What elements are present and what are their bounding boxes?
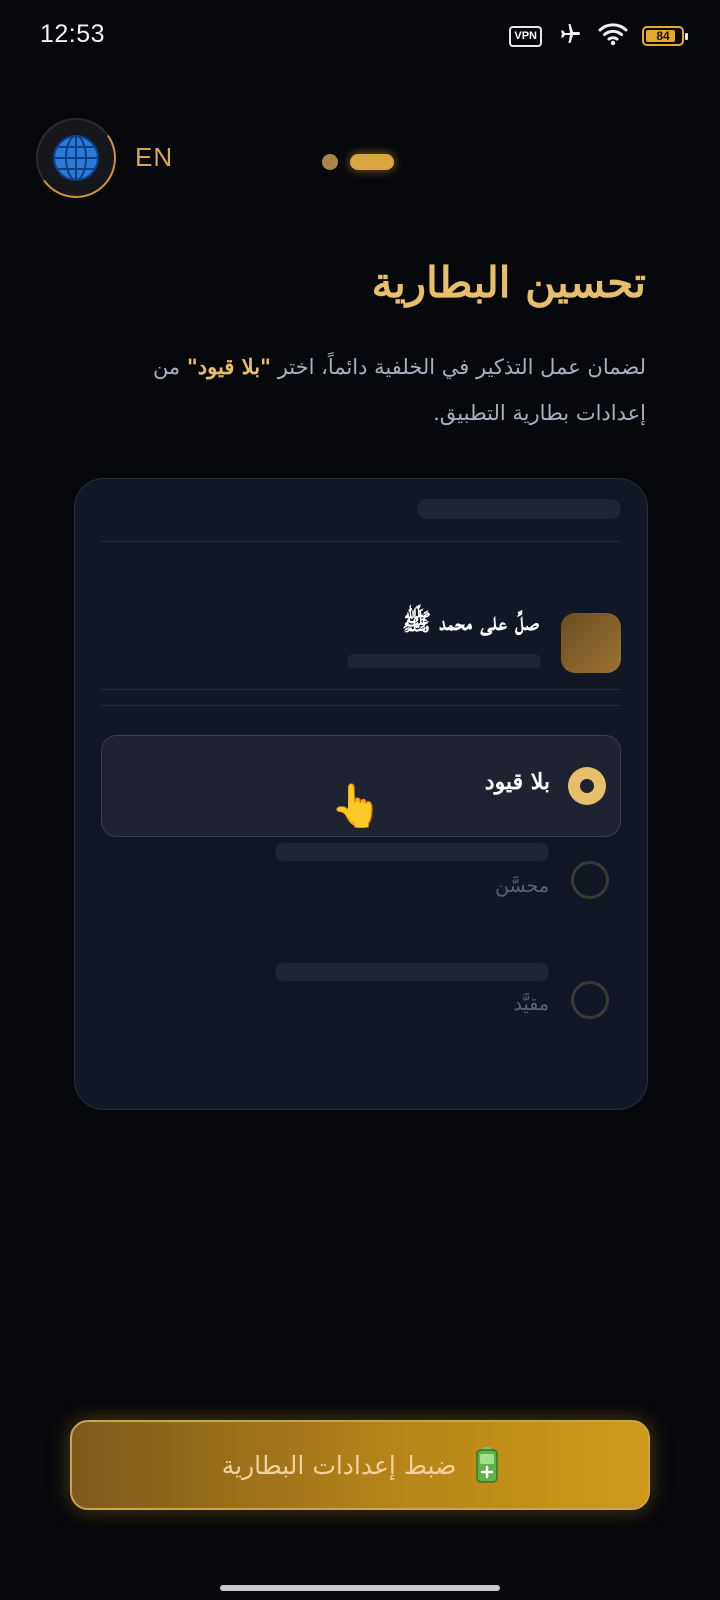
option-label: بلا قيود: [484, 769, 550, 795]
language-code[interactable]: EN: [135, 142, 173, 173]
page-dot: [322, 154, 338, 170]
divider: [101, 705, 621, 706]
option-optimized-label: محسَّن: [495, 875, 549, 897]
page-subtitle: لضمان عمل التذكير في الخلفية دائماً، اخت…: [110, 344, 646, 436]
battery-settings-illustration: صلِّ على محمد ﷺ بلا قيود 👆 محسَّن مقيَّد: [74, 478, 648, 1110]
subtitle-text: لضمان عمل التذكير في الخلفية دائماً، اخت…: [271, 355, 646, 379]
battery-level: 84: [656, 29, 670, 43]
battery-icon: [476, 1447, 499, 1483]
page-dot-active: [350, 154, 394, 170]
globe-icon: [53, 135, 99, 181]
skeleton-header: [417, 499, 621, 519]
airplane-mode-icon: [556, 22, 584, 50]
vpn-icon: VPN: [509, 25, 542, 47]
status-time: 12:53: [40, 20, 106, 48]
battery-status-icon: 84: [642, 26, 688, 46]
home-indicator[interactable]: [220, 1585, 500, 1591]
option-restricted-label: مقيَّد: [513, 993, 550, 1015]
app-icon: [561, 613, 621, 673]
radio-selected: [568, 767, 606, 805]
skeleton-option-title: [275, 843, 549, 861]
pointing-hand-icon: 👆: [330, 781, 383, 830]
wifi-icon: [598, 22, 628, 50]
skeleton-option-title: [275, 963, 549, 981]
status-bar: 12:53 VPN 84: [0, 0, 720, 72]
adjust-battery-settings-button[interactable]: ضبط إعدادات البطارية: [70, 1420, 650, 1510]
skeleton-app-subtitle: [347, 654, 541, 668]
option-unrestricted: بلا قيود 👆: [101, 735, 621, 837]
divider: [101, 689, 621, 690]
app-name: صلِّ على محمد ﷺ: [402, 607, 539, 636]
subtitle-highlight: "بلا قيود": [186, 354, 272, 379]
page-title: تحسين البطارية: [371, 258, 646, 307]
status-icons: VPN 84: [509, 22, 688, 50]
divider: [101, 541, 621, 542]
radio-unselected: [571, 861, 609, 899]
button-label: ضبط إعدادات البطارية: [221, 1450, 457, 1480]
radio-unselected: [571, 981, 609, 1019]
language-button[interactable]: [36, 118, 116, 198]
page-indicator: [322, 154, 394, 170]
